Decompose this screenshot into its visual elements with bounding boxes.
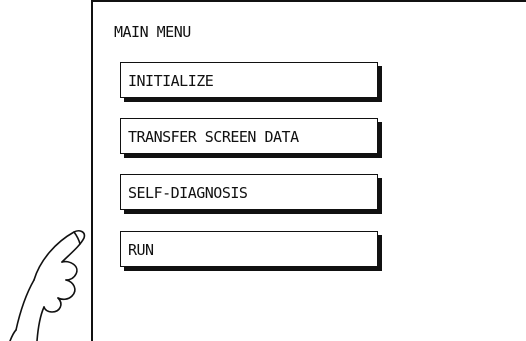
- run-button[interactable]: RUN: [120, 231, 378, 267]
- transfer-screen-data-button-label: TRANSFER SCREEN DATA: [128, 128, 299, 146]
- menu-title: MAIN MENU: [114, 23, 191, 41]
- self-diagnosis-button-label: SELF-DIAGNOSIS: [128, 184, 248, 202]
- self-diagnosis-button[interactable]: SELF-DIAGNOSIS: [120, 174, 378, 210]
- initialize-button-label: INITIALIZE: [128, 72, 214, 90]
- pointing-hand-icon: [9, 230, 86, 341]
- run-button-label: RUN: [128, 241, 154, 259]
- touch-screen-panel: MAIN MENU INITIALIZE TRANSFER SCREEN DAT…: [91, 0, 526, 341]
- initialize-button[interactable]: INITIALIZE: [120, 62, 378, 98]
- transfer-screen-data-button[interactable]: TRANSFER SCREEN DATA: [120, 118, 378, 154]
